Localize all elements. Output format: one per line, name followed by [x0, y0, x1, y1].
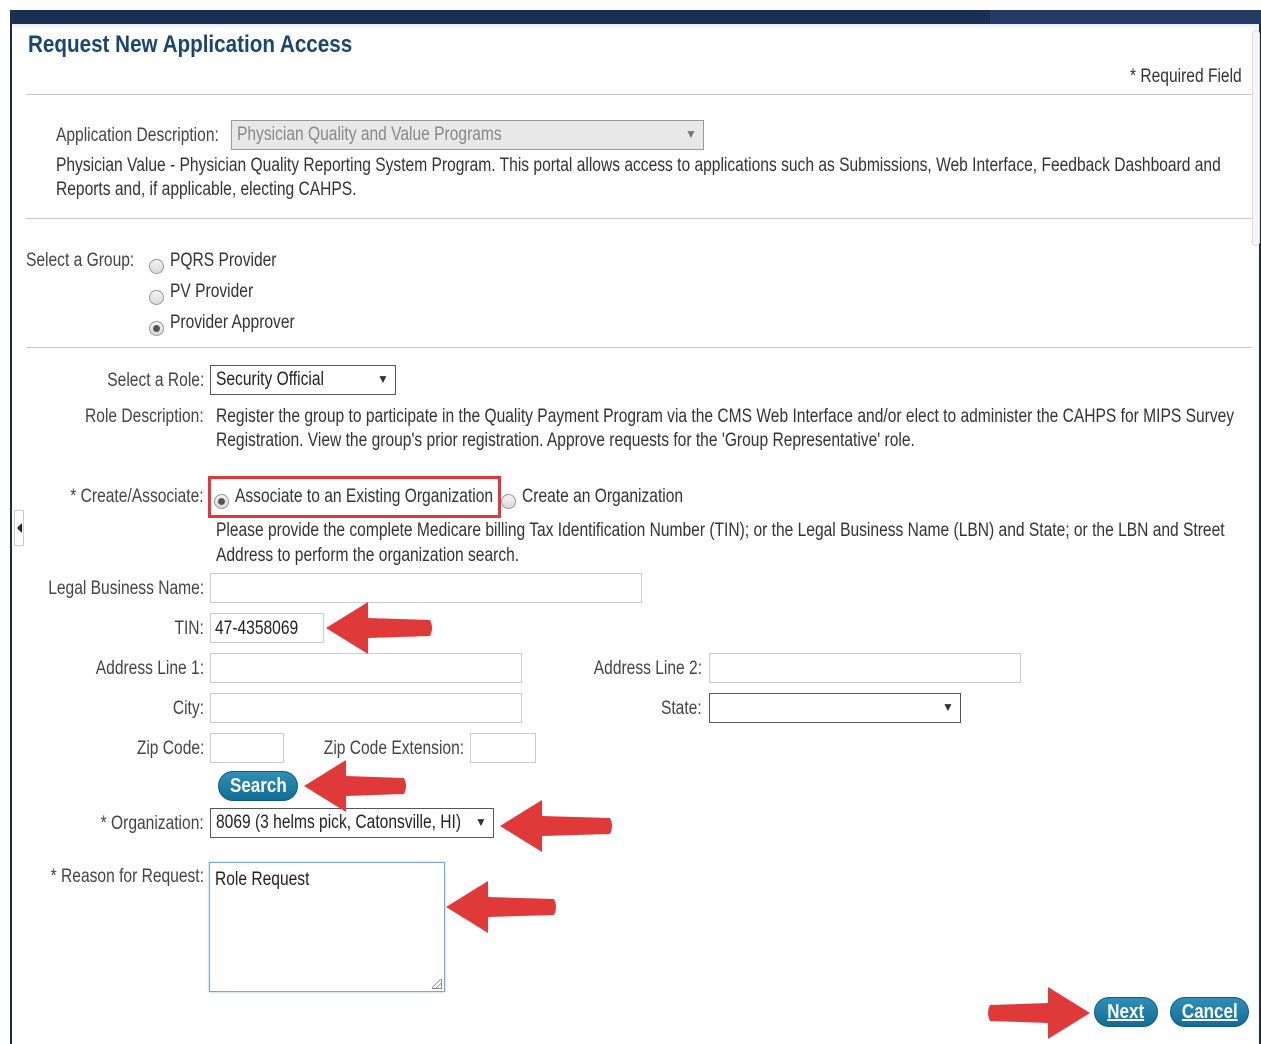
reason-label: * Reason for Request:: [50, 866, 204, 887]
role-select-value: Security Official: [216, 369, 324, 390]
annotation-arrow-tin-icon: [326, 602, 432, 654]
application-select: Physician Quality and Value Programs ▼: [231, 120, 704, 150]
radio-label-pqrs-provider: PQRS Provider: [170, 250, 277, 271]
radio-provider-approver[interactable]: [149, 321, 164, 336]
radio-label-create-organization: Create an Organization: [522, 486, 684, 507]
application-description-label: Application Description:: [56, 125, 219, 146]
page-title: Request New Application Access: [28, 31, 353, 58]
radio-associate-existing[interactable]: [214, 494, 229, 509]
radio-label-associate-existing: Associate to an Existing Organization: [235, 486, 494, 507]
divider: [26, 218, 1252, 219]
role-select[interactable]: Security Official ▼: [210, 365, 396, 395]
application-description-line2: Reports and, if applicable, electing CAH…: [56, 179, 357, 200]
radio-label-pv-provider: PV Provider: [170, 281, 254, 302]
annotation-arrow-next-icon: [988, 987, 1090, 1039]
state-label: State:: [661, 698, 702, 719]
next-button-label: Next: [1107, 1001, 1145, 1023]
required-field-note: * Required Field: [1130, 66, 1242, 87]
legal-business-name-label: Legal Business Name:: [48, 578, 204, 599]
state-select[interactable]: ▼: [709, 693, 961, 723]
top-bar-shadow: [12, 24, 1259, 30]
radio-pqrs-provider[interactable]: [149, 259, 164, 274]
role-description-label: Role Description:: [85, 406, 204, 427]
select-role-label: Select a Role:: [106, 370, 204, 391]
search-help-line2: Address to perform the organization sear…: [216, 545, 520, 566]
chevron-down-icon: ▼: [377, 372, 389, 386]
organization-label: * Organization:: [100, 813, 204, 834]
top-bar: [10, 10, 1261, 24]
radio-create-organization[interactable]: [501, 494, 516, 509]
reason-value: Role Request: [215, 869, 310, 890]
role-description-line1: Register the group to participate in the…: [216, 406, 1235, 427]
radio-label-provider-approver: Provider Approver: [170, 312, 295, 333]
search-help-line1: Please provide the complete Medicare bil…: [216, 520, 1225, 541]
annotation-arrow-reason-icon: [446, 881, 556, 933]
divider: [26, 347, 1252, 348]
chevron-down-icon: ▼: [475, 815, 487, 829]
address-line2-label: Address Line 2:: [593, 658, 702, 679]
select-group-label: Select a Group:: [26, 250, 135, 271]
radio-pv-provider[interactable]: [149, 290, 164, 305]
tin-input[interactable]: 47-4358069: [210, 613, 324, 643]
divider: [26, 94, 1252, 95]
application-select-value: Physician Quality and Value Programs: [237, 124, 502, 145]
create-associate-label: * Create/Associate:: [70, 486, 204, 507]
search-button-label: Search: [229, 775, 287, 797]
cancel-button[interactable]: Cancel: [1170, 997, 1249, 1027]
zip-extension-input[interactable]: [470, 733, 536, 763]
application-description-line1: Physician Value - Physician Quality Repo…: [56, 155, 1221, 176]
address-line2-input[interactable]: [709, 653, 1021, 683]
city-input[interactable]: [210, 693, 522, 723]
chevron-down-icon: ▼: [942, 700, 954, 714]
zip-code-label: Zip Code:: [136, 738, 204, 759]
cancel-button-label: Cancel: [1181, 1001, 1238, 1023]
resize-handle-icon[interactable]: [432, 979, 442, 989]
search-button[interactable]: Search: [218, 771, 298, 801]
chevron-down-icon: ▼: [685, 127, 697, 141]
annotation-arrow-search-icon: [304, 760, 406, 812]
next-button[interactable]: Next: [1094, 997, 1158, 1027]
role-description-line2: Registration. View the group's prior reg…: [216, 430, 915, 451]
city-label: City:: [172, 698, 204, 719]
annotation-arrow-organization-icon: [500, 800, 612, 852]
collapse-left-icon[interactable]: [14, 510, 24, 546]
tin-value: 47-4358069: [215, 618, 299, 639]
tin-label: TIN:: [174, 618, 204, 639]
scrollbar[interactable]: [1252, 30, 1260, 246]
zip-code-input[interactable]: [210, 733, 284, 763]
reason-textarea[interactable]: Role Request: [209, 862, 445, 992]
address-line1-label: Address Line 1:: [95, 658, 204, 679]
